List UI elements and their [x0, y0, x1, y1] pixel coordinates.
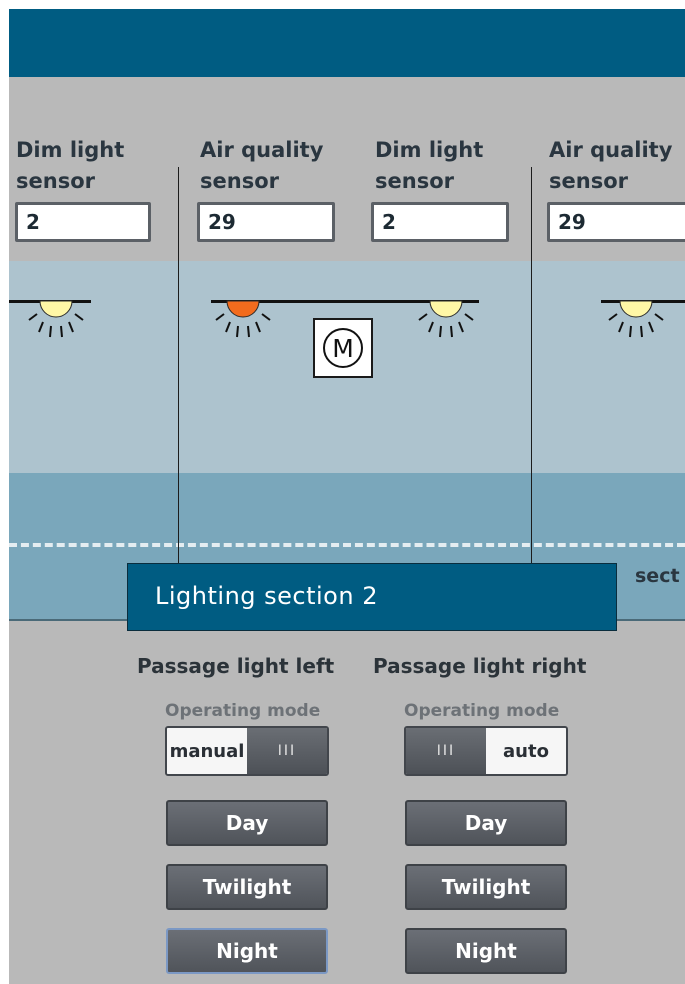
motor-symbol-icon: M — [323, 328, 363, 368]
sensor-value-dim-1: 2 — [15, 202, 151, 242]
lamp-icon[interactable] — [413, 300, 479, 345]
twilight-button-left[interactable]: Twilight — [166, 864, 328, 910]
sensor-value-air-1: 29 — [197, 202, 335, 242]
sensor-label-dim-1: Dim light sensor — [16, 138, 125, 193]
day-button-left[interactable]: Day — [166, 800, 328, 846]
mode-value-right: auto — [486, 728, 566, 774]
day-button-right[interactable]: Day — [405, 800, 567, 846]
section-divider — [531, 167, 532, 573]
operating-mode-label-left: Operating mode — [165, 701, 321, 721]
night-button-right[interactable]: Night — [405, 928, 567, 974]
sensor-label-air-2: Air quality sensor — [549, 138, 673, 193]
section-title-tab: Lighting section 2 — [127, 563, 617, 631]
night-button-left[interactable]: Night — [166, 928, 328, 974]
operating-mode-toggle-right[interactable]: III auto — [404, 726, 568, 776]
lamp-icon[interactable] — [603, 300, 669, 345]
mode-value-left: manual — [167, 728, 247, 774]
twilight-button-right[interactable]: Twilight — [405, 864, 567, 910]
lane-divider — [9, 543, 685, 547]
lamp-icon[interactable] — [210, 300, 276, 345]
sensor-label-air-1: Air quality sensor — [200, 138, 324, 193]
section-divider — [178, 167, 179, 573]
toggle-knob-left[interactable]: III — [247, 728, 327, 774]
operating-mode-toggle-left[interactable]: manual III — [165, 726, 329, 776]
passage-light-left-title: Passage light left — [137, 654, 335, 678]
section-title: Lighting section 2 — [155, 582, 378, 610]
passage-light-right-title: Passage light right — [373, 654, 587, 678]
sensor-value-air-2: 29 — [547, 202, 685, 242]
header-bar — [9, 9, 685, 77]
sensor-value-dim-2: 2 — [371, 202, 509, 242]
lamp-icon[interactable] — [23, 300, 89, 345]
toggle-knob-right[interactable]: III — [406, 728, 486, 774]
operating-mode-label-right: Operating mode — [404, 701, 560, 721]
motor-symbol: M — [332, 334, 354, 363]
hmi-screen: Dim light sensor Air quality sensor Dim … — [9, 9, 685, 984]
motor-icon[interactable]: M — [313, 318, 373, 378]
next-section-label: sect — [635, 565, 680, 587]
sensor-label-dim-2: Dim light sensor — [375, 138, 484, 193]
